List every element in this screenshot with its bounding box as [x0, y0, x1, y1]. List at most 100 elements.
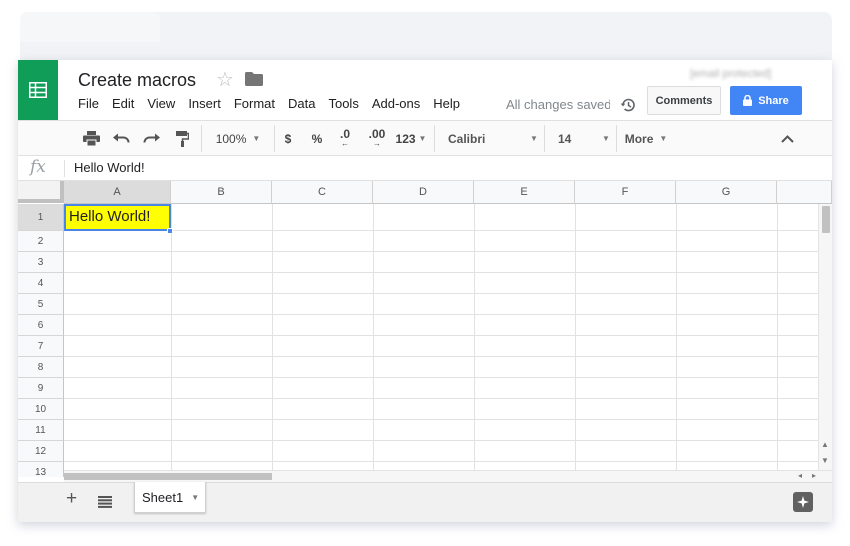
- print-icon[interactable]: [80, 121, 102, 156]
- comments-button[interactable]: Comments: [647, 86, 721, 115]
- more-label: More: [624, 131, 654, 146]
- menu-data[interactable]: Data: [288, 96, 315, 111]
- chevron-down-icon: ▼: [602, 134, 610, 143]
- grid-line: [64, 398, 832, 399]
- row-header-3[interactable]: 3: [18, 252, 64, 273]
- row-header-5[interactable]: 5: [18, 294, 64, 315]
- share-label: Share: [758, 94, 789, 107]
- row-header-13[interactable]: 13: [18, 462, 64, 477]
- row-header-2[interactable]: 2: [18, 231, 64, 252]
- toolbar-divider: [274, 125, 275, 152]
- fill-handle[interactable]: [167, 228, 173, 234]
- grid-line: [64, 377, 832, 378]
- row-header-6[interactable]: 6: [18, 315, 64, 336]
- chevron-down-icon: ▼: [659, 134, 668, 143]
- row-header-12[interactable]: 12: [18, 441, 64, 462]
- decrease-decimals-label: .0: [339, 126, 350, 141]
- menu-add-ons[interactable]: Add-ons: [372, 96, 420, 111]
- fx-icon: fx: [30, 157, 46, 177]
- menu-bar: File Edit View Insert Format Data Tools …: [78, 96, 473, 111]
- decrease-decimals-button[interactable]: .0 ←: [334, 121, 356, 156]
- cell-a1[interactable]: Hello World!: [64, 204, 171, 231]
- column-header-b[interactable]: B: [171, 181, 272, 204]
- collapse-chevron-icon[interactable]: [776, 121, 798, 156]
- more-formats-label: 123: [395, 131, 416, 146]
- column-header-e[interactable]: E: [474, 181, 575, 204]
- share-button[interactable]: Share: [730, 86, 802, 115]
- grid-line: [474, 204, 475, 477]
- more-button[interactable]: More ▼: [622, 121, 670, 156]
- column-header-g[interactable]: G: [676, 181, 777, 204]
- zoom-select[interactable]: 100% ▼: [208, 121, 268, 156]
- star-icon[interactable]: ☆: [216, 67, 234, 92]
- toolbar-divider: [201, 125, 202, 152]
- chevron-down-icon[interactable]: ▼: [191, 493, 199, 502]
- lock-icon: [743, 95, 753, 106]
- currency-format-button[interactable]: $: [280, 121, 296, 156]
- sheets-logo-icon[interactable]: [18, 60, 58, 120]
- menu-view[interactable]: View: [147, 96, 175, 111]
- row-header-4[interactable]: 4: [18, 273, 64, 294]
- vertical-scroll-thumb[interactable]: [822, 206, 830, 233]
- menu-format[interactable]: Format: [234, 96, 275, 111]
- arrow-left-icon: ←: [341, 138, 349, 148]
- select-all-corner[interactable]: [18, 181, 64, 203]
- explore-icon[interactable]: [793, 492, 813, 512]
- scroll-up-icon[interactable]: ▲: [821, 440, 829, 449]
- more-formats-select[interactable]: 123 ▼: [394, 121, 428, 156]
- horizontal-scrollbar[interactable]: ◂▸: [64, 470, 832, 482]
- column-header-f[interactable]: F: [575, 181, 676, 204]
- row-header-7[interactable]: 7: [18, 336, 64, 357]
- sheet-tab-sheet1[interactable]: Sheet1 ▼: [134, 482, 206, 513]
- history-icon[interactable]: [619, 96, 637, 114]
- account-email[interactable]: [email protected]: [690, 68, 771, 80]
- list-icon[interactable]: [98, 495, 112, 508]
- chevron-down-icon: ▼: [418, 134, 427, 143]
- grid-line: [64, 461, 832, 462]
- toolbar-divider: [434, 125, 435, 152]
- plus-icon[interactable]: +: [66, 488, 77, 510]
- spreadsheet-grid: A B C D E F G 1 2 3 4 5 6 7 8 9 10 11 12…: [18, 181, 832, 477]
- formula-input[interactable]: Hello World!: [74, 160, 145, 175]
- vertical-scrollbar[interactable]: ▲ ▼: [818, 204, 832, 472]
- undo-icon[interactable]: [110, 121, 132, 156]
- save-status[interactable]: All changes saved in Drive: [506, 97, 610, 112]
- menu-file[interactable]: File: [78, 96, 99, 111]
- grid-line: [64, 251, 832, 252]
- browser-tab: [20, 12, 160, 42]
- folder-icon[interactable]: [245, 72, 263, 86]
- chevron-down-icon: ▼: [252, 134, 261, 143]
- column-header-c[interactable]: C: [272, 181, 373, 204]
- menu-insert[interactable]: Insert: [188, 96, 221, 111]
- font-family-select[interactable]: Calibri ▼: [440, 121, 540, 156]
- grid-line: [171, 204, 172, 477]
- row-header-11[interactable]: 11: [18, 420, 64, 441]
- menu-help[interactable]: Help: [433, 96, 460, 111]
- scroll-down-icon[interactable]: ▼: [821, 456, 829, 465]
- column-header-a[interactable]: A: [64, 181, 171, 204]
- grid-line: [676, 204, 677, 477]
- horizontal-scroll-thumb[interactable]: [64, 473, 272, 480]
- row-header-10[interactable]: 10: [18, 399, 64, 420]
- grid-line: [64, 356, 832, 357]
- row-header-9[interactable]: 9: [18, 378, 64, 399]
- paint-format-icon[interactable]: [171, 121, 193, 156]
- scroll-left-right-icon[interactable]: ◂▸: [798, 471, 826, 480]
- menu-tools[interactable]: Tools: [328, 96, 358, 111]
- menu-edit[interactable]: Edit: [112, 96, 134, 111]
- increase-decimals-button[interactable]: .00 →: [364, 121, 390, 156]
- grid-line: [575, 204, 576, 477]
- grid-line: [64, 230, 832, 231]
- document-title[interactable]: Create macros: [78, 70, 196, 91]
- chevron-down-icon: ▼: [530, 134, 538, 143]
- grid-line: [64, 272, 832, 273]
- row-header-8[interactable]: 8: [18, 357, 64, 378]
- percent-format-button[interactable]: %: [308, 121, 326, 156]
- column-header-d[interactable]: D: [373, 181, 474, 204]
- redo-icon[interactable]: [140, 121, 162, 156]
- toolbar-divider: [544, 125, 545, 152]
- row-header-1[interactable]: 1: [18, 204, 64, 231]
- font-size-select[interactable]: 14 ▼: [550, 121, 612, 156]
- grid-line: [64, 314, 832, 315]
- grid-line: [64, 293, 832, 294]
